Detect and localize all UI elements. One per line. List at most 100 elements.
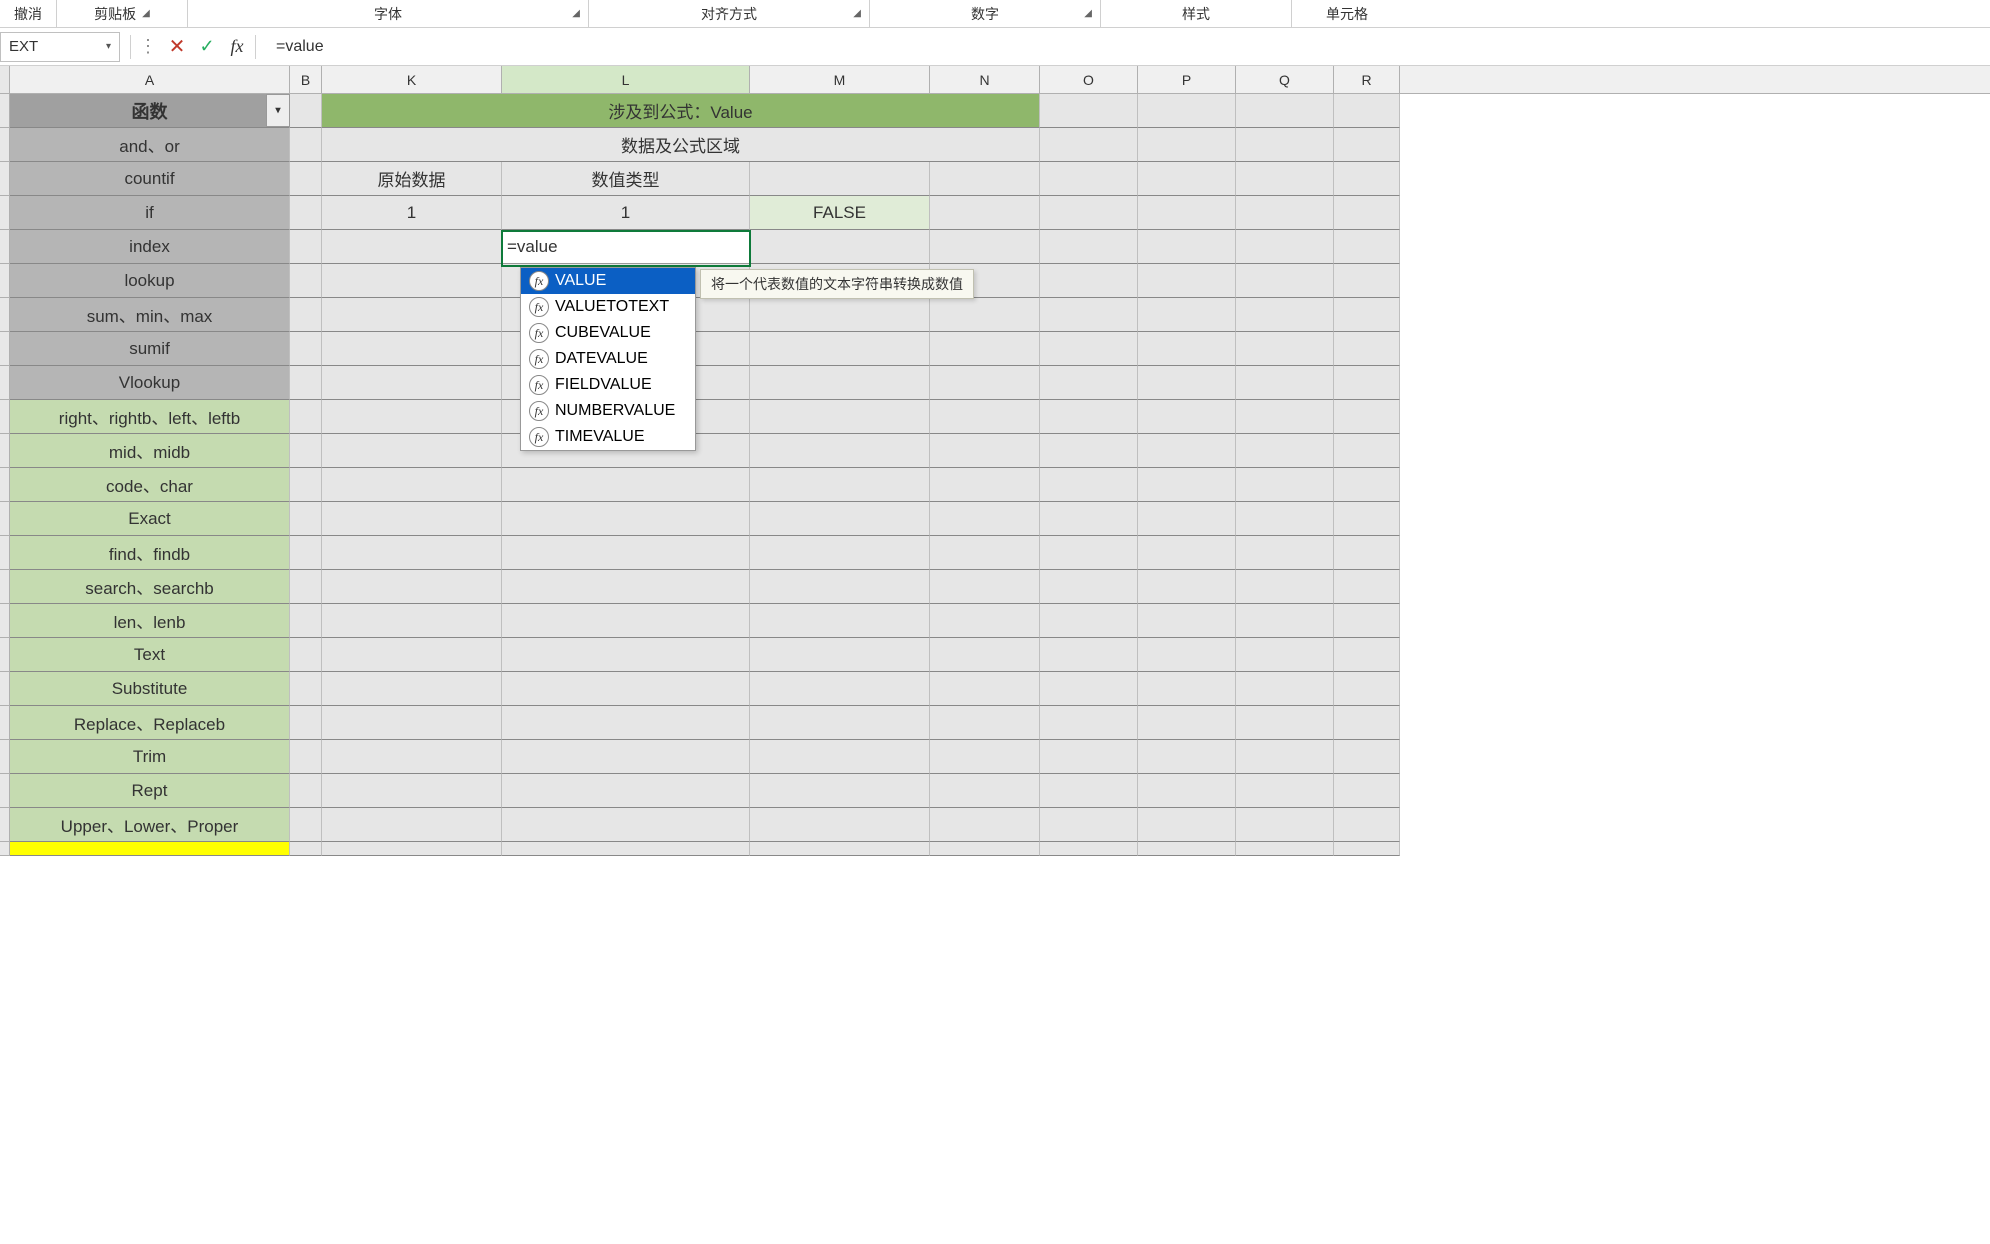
ribbon-cells[interactable]: 单元格: [1292, 0, 1402, 27]
row-header[interactable]: [0, 264, 10, 298]
cell[interactable]: [930, 536, 1040, 570]
cell[interactable]: [322, 400, 502, 434]
cell[interactable]: [930, 570, 1040, 604]
cell[interactable]: [290, 638, 322, 672]
cell[interactable]: [502, 740, 750, 774]
func-item[interactable]: Substitute: [10, 672, 290, 706]
row-header[interactable]: [0, 298, 10, 332]
column-header-O[interactable]: O: [1040, 66, 1138, 93]
cell[interactable]: [1334, 638, 1400, 672]
cell[interactable]: [930, 434, 1040, 468]
dialog-launcher-icon[interactable]: ◢: [142, 8, 150, 19]
cell[interactable]: [1138, 264, 1236, 298]
cell[interactable]: [1236, 774, 1334, 808]
cell[interactable]: [322, 672, 502, 706]
cell[interactable]: [750, 808, 930, 842]
cell[interactable]: [930, 740, 1040, 774]
cell[interactable]: [930, 808, 1040, 842]
cell[interactable]: [1236, 196, 1334, 230]
cell[interactable]: [1138, 808, 1236, 842]
func-item[interactable]: Upper、Lower、Proper: [10, 808, 290, 842]
data-header[interactable]: 数值类型: [502, 162, 750, 196]
column-header-A[interactable]: A: [10, 66, 290, 93]
cell[interactable]: [1040, 604, 1138, 638]
cell[interactable]: [322, 264, 502, 298]
cell[interactable]: [1236, 366, 1334, 400]
cell[interactable]: [1236, 264, 1334, 298]
confirm-formula-button[interactable]: ✓: [195, 35, 219, 59]
cell[interactable]: [322, 808, 502, 842]
row-header[interactable]: [0, 128, 10, 162]
cell[interactable]: [1334, 706, 1400, 740]
dialog-launcher-icon[interactable]: ◢: [853, 8, 861, 19]
cell[interactable]: [1334, 298, 1400, 332]
cell[interactable]: [750, 638, 930, 672]
cell[interactable]: [1334, 774, 1400, 808]
cell[interactable]: [1236, 400, 1334, 434]
cell[interactable]: [750, 400, 930, 434]
column-header-Q[interactable]: Q: [1236, 66, 1334, 93]
cell[interactable]: [290, 196, 322, 230]
cell[interactable]: [1334, 230, 1400, 264]
cell[interactable]: [1334, 196, 1400, 230]
autocomplete-item[interactable]: fxFIELDVALUE: [521, 372, 695, 398]
row-header[interactable]: [0, 366, 10, 400]
cancel-formula-button[interactable]: ✕: [165, 35, 189, 59]
cell[interactable]: [750, 366, 930, 400]
cell[interactable]: 1: [322, 196, 502, 230]
cell[interactable]: [1236, 536, 1334, 570]
autocomplete-item[interactable]: fxNUMBERVALUE: [521, 398, 695, 424]
data-header[interactable]: 原始数据: [322, 162, 502, 196]
cell[interactable]: [290, 672, 322, 706]
cell[interactable]: [930, 162, 1040, 196]
cell[interactable]: [502, 842, 750, 856]
cell[interactable]: [502, 706, 750, 740]
cell[interactable]: [1138, 706, 1236, 740]
false-cell[interactable]: FALSE: [750, 196, 930, 230]
column-header-B[interactable]: B: [290, 66, 322, 93]
row-header[interactable]: [0, 570, 10, 604]
cell[interactable]: [750, 536, 930, 570]
cell[interactable]: [1138, 638, 1236, 672]
func-item[interactable]: Text: [10, 638, 290, 672]
autocomplete-item[interactable]: fxTIMEVALUE: [521, 424, 695, 450]
cell[interactable]: [290, 468, 322, 502]
cell[interactable]: [322, 536, 502, 570]
row-header[interactable]: [0, 502, 10, 536]
cell[interactable]: [1236, 638, 1334, 672]
cell[interactable]: [1334, 536, 1400, 570]
cell[interactable]: [322, 638, 502, 672]
cell[interactable]: [1334, 604, 1400, 638]
cell[interactable]: [1334, 400, 1400, 434]
autocomplete-item[interactable]: fxVALUETOTEXT: [521, 294, 695, 320]
row-header[interactable]: [0, 808, 10, 842]
func-item[interactable]: right、rightb、left、leftb: [10, 400, 290, 434]
formula-input[interactable]: =value: [266, 38, 1990, 56]
cell[interactable]: [1138, 842, 1236, 856]
cell[interactable]: [1040, 196, 1138, 230]
cell[interactable]: [1334, 842, 1400, 856]
func-item[interactable]: find、findb: [10, 536, 290, 570]
row-header[interactable]: [0, 162, 10, 196]
cell[interactable]: [750, 842, 930, 856]
cell[interactable]: [1040, 502, 1138, 536]
column-header-N[interactable]: N: [930, 66, 1040, 93]
func-item[interactable]: mid、midb: [10, 434, 290, 468]
func-item[interactable]: search、searchb: [10, 570, 290, 604]
cell[interactable]: [750, 740, 930, 774]
cell[interactable]: [1236, 570, 1334, 604]
func-item[interactable]: index: [10, 230, 290, 264]
editing-cell[interactable]: =value: [502, 230, 750, 264]
cell[interactable]: [1040, 638, 1138, 672]
func-item[interactable]: Vlookup: [10, 366, 290, 400]
cell[interactable]: [322, 842, 502, 856]
cell[interactable]: [1040, 230, 1138, 264]
cell[interactable]: [930, 400, 1040, 434]
cell[interactable]: [1138, 298, 1236, 332]
cell[interactable]: [1040, 94, 1138, 128]
name-box[interactable]: EXT ▾: [0, 32, 120, 62]
cell[interactable]: [1236, 468, 1334, 502]
row-header[interactable]: [0, 740, 10, 774]
cell[interactable]: [1236, 604, 1334, 638]
row-header[interactable]: [0, 400, 10, 434]
